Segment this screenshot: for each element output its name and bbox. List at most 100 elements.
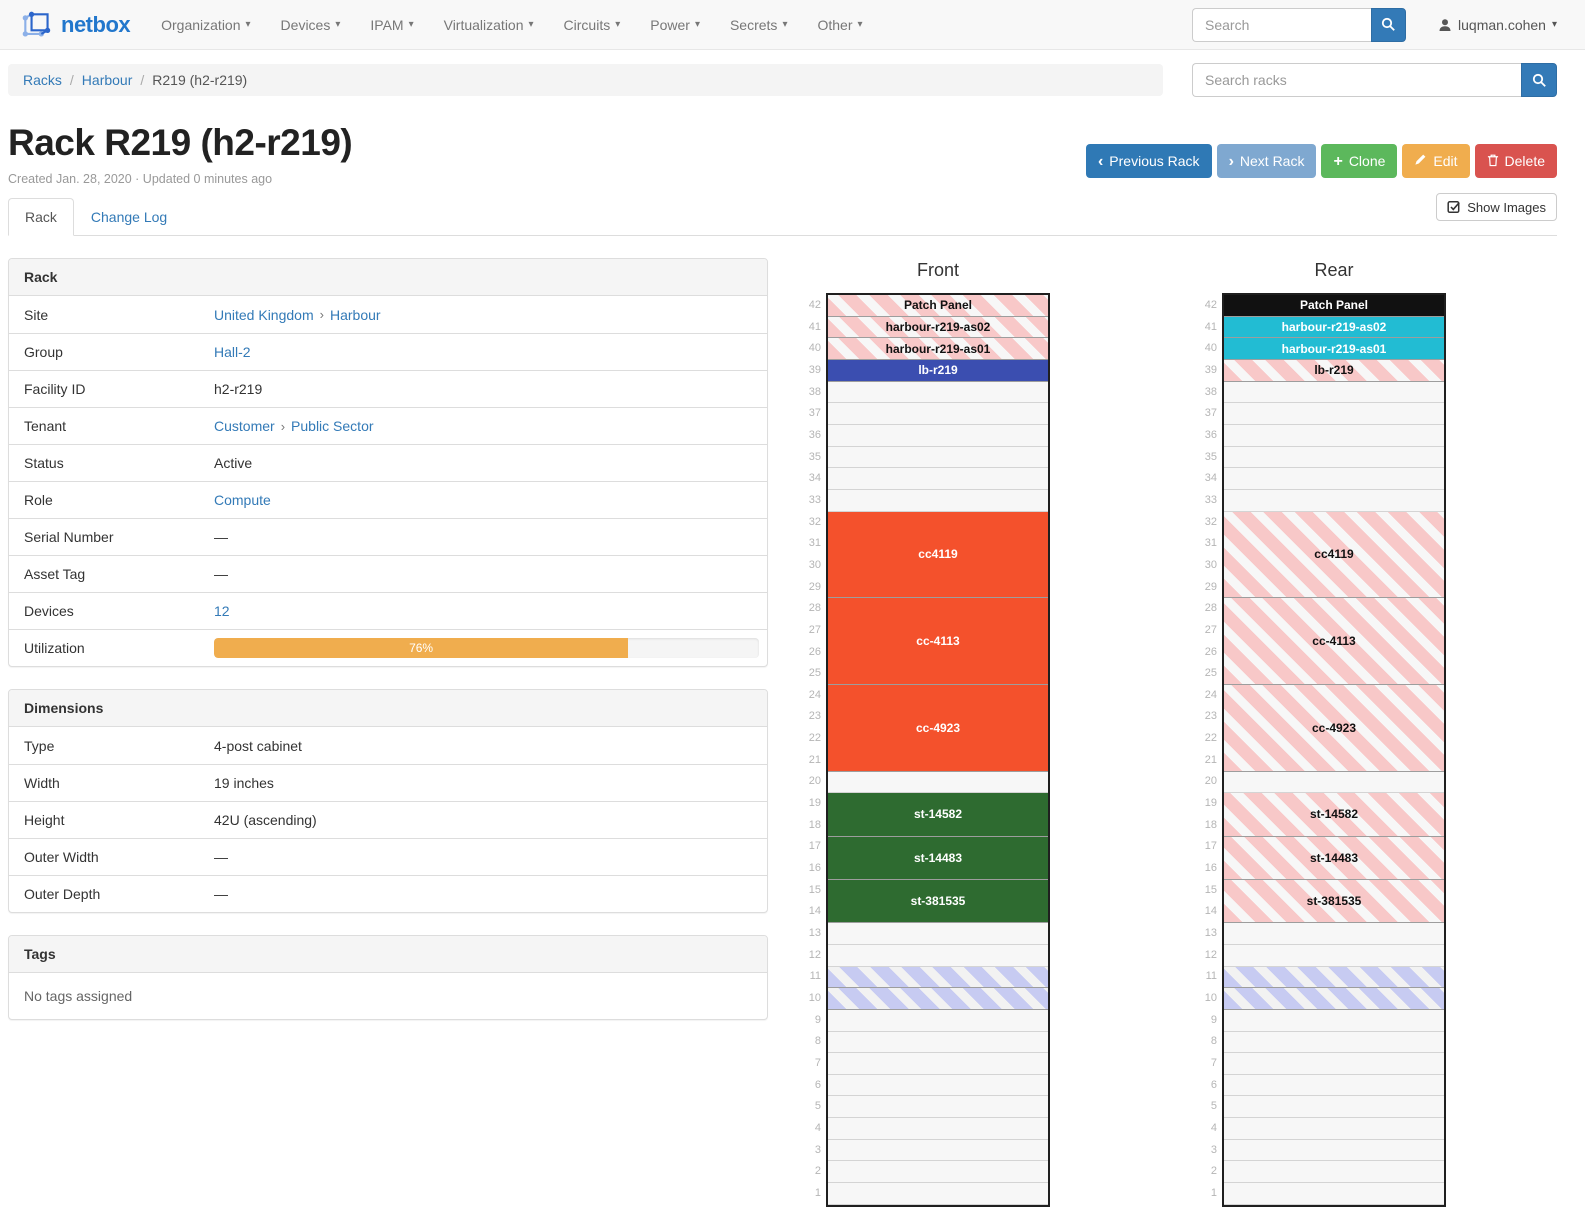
next-rack-button[interactable]: ›Next Rack	[1217, 144, 1317, 178]
rack-unit-device[interactable]: cc4119	[828, 512, 1048, 599]
rack-unit-device[interactable]: cc-4113	[828, 598, 1048, 685]
unit-label: 42	[804, 295, 826, 317]
menu-secrets[interactable]: Secrets▾	[715, 0, 803, 50]
rack-unit-empty	[828, 1183, 1048, 1205]
value-link[interactable]: Customer	[214, 418, 275, 434]
rack-unit-device[interactable]: cc-4113	[1224, 598, 1444, 685]
rack-search-button[interactable]	[1521, 63, 1557, 97]
row-label: Group	[24, 344, 214, 360]
rack-unit-device[interactable]: st-381535	[828, 880, 1048, 923]
unit-label: 17	[804, 836, 826, 858]
row-label: Facility ID	[24, 381, 214, 397]
rack-unit-device[interactable]: st-14582	[828, 793, 1048, 836]
menu-label: Virtualization	[444, 17, 524, 33]
rack-unit-device[interactable]: harbour-r219-as02	[1224, 317, 1444, 339]
value-link[interactable]: Public Sector	[291, 418, 373, 434]
unit-label: 27	[804, 620, 826, 642]
table-row: Outer Depth—	[9, 875, 767, 912]
unit-label: 22	[804, 728, 826, 750]
brand-name: netbox	[61, 12, 130, 38]
unit-label: 19	[804, 793, 826, 815]
rack-unit-device[interactable]: cc-4923	[828, 685, 1048, 772]
row-label: Status	[24, 455, 214, 471]
menu-virtualization[interactable]: Virtualization▾	[429, 0, 549, 50]
rack-unit-empty	[828, 490, 1048, 512]
row-value: h2-r219	[214, 381, 759, 397]
rack-elevations: Front 4241403938373635343332313029282726…	[804, 258, 1446, 1207]
value-link[interactable]: 12	[214, 603, 230, 619]
rack-unit-device[interactable]: Patch Panel	[828, 295, 1048, 317]
rack-unit-device[interactable]: st-14483	[1224, 837, 1444, 880]
value-link[interactable]: Compute	[214, 492, 271, 508]
show-images-button[interactable]: Show Images	[1436, 193, 1557, 221]
menu-power[interactable]: Power▾	[635, 0, 715, 50]
rack-unit-device[interactable]: st-381535	[1224, 880, 1444, 923]
breadcrumb-item[interactable]: Racks	[23, 72, 62, 88]
edit-button[interactable]: Edit	[1402, 144, 1469, 178]
rack-unit-empty	[1224, 425, 1444, 447]
unit-label: 29	[804, 577, 826, 599]
rear-rack-frame: Patch Panelharbour-r219-as02harbour-r219…	[1222, 293, 1446, 1207]
menu-circuits[interactable]: Circuits▾	[549, 0, 636, 50]
rack-unit-device[interactable]: harbour-r219-as01	[1224, 338, 1444, 360]
unit-label: 7	[1200, 1053, 1222, 1075]
netbox-logo-icon	[18, 9, 54, 41]
rack-unit-empty	[1224, 1096, 1444, 1118]
rack-unit-device[interactable]: cc-4923	[1224, 685, 1444, 772]
row-label: Height	[24, 812, 214, 828]
unit-label: 1	[1200, 1183, 1222, 1205]
value-link[interactable]: Hall-2	[214, 344, 251, 360]
rack-unit-device[interactable]: lb-r219	[1224, 360, 1444, 382]
unit-label: 12	[804, 945, 826, 967]
menu-devices[interactable]: Devices▾	[266, 0, 356, 50]
table-row: Height42U (ascending)	[9, 801, 767, 838]
rack-unit-empty	[828, 1096, 1048, 1118]
rack-unit-device[interactable]: lb-r219	[828, 360, 1048, 382]
details-column: Rack SiteUnited Kingdom›HarbourGroupHall…	[8, 258, 768, 1042]
netbox-logo[interactable]: netbox	[18, 9, 130, 41]
unit-label: 16	[1200, 858, 1222, 880]
global-search-button[interactable]	[1371, 8, 1406, 42]
rack-unit-device[interactable]: cc4119	[1224, 512, 1444, 599]
row-label: Devices	[24, 603, 214, 619]
rack-unit-empty	[1224, 1161, 1444, 1183]
rack-unit-device[interactable]: harbour-r219-as01	[828, 338, 1048, 360]
row-label: Site	[24, 307, 214, 323]
rack-unit-empty	[1224, 468, 1444, 490]
rack-unit-device[interactable]: st-14582	[1224, 793, 1444, 836]
value-text: h2-r219	[214, 381, 262, 397]
rack-unit-device[interactable]: harbour-r219-as02	[828, 317, 1048, 339]
menu-other[interactable]: Other▾	[802, 0, 877, 50]
table-row: TenantCustomer›Public Sector	[9, 407, 767, 444]
menu-ipam[interactable]: IPAM▾	[355, 0, 428, 50]
rack-unit-device[interactable]: st-14483	[828, 837, 1048, 880]
rack-unit-device[interactable]: Patch Panel	[1224, 295, 1444, 317]
breadcrumb-item[interactable]: Harbour	[82, 72, 133, 88]
tab-rack[interactable]: Rack	[8, 198, 74, 236]
front-rack-frame: Patch Panelharbour-r219-as02harbour-r219…	[826, 293, 1050, 1207]
clone-button[interactable]: +Clone	[1321, 144, 1397, 178]
chevron-down-icon: ▾	[782, 19, 787, 30]
unit-label: 35	[804, 447, 826, 469]
delete-button[interactable]: Delete	[1475, 144, 1557, 178]
main-content: Rack SiteUnited Kingdom›HarbourGroupHall…	[8, 258, 1557, 1207]
rear-unit-labels: 4241403938373635343332313029282726252423…	[1200, 293, 1222, 1207]
navbar-right: luqman.cohen ▾	[1192, 8, 1557, 42]
menu-organization[interactable]: Organization▾	[146, 0, 265, 50]
tab-change-log[interactable]: Change Log	[74, 198, 184, 236]
clone-label: Clone	[1349, 153, 1386, 169]
unit-label: 20	[1200, 771, 1222, 793]
row-label: Tenant	[24, 418, 214, 434]
value-link[interactable]: Harbour	[330, 307, 381, 323]
table-row: Serial Number—	[9, 518, 767, 555]
unit-label: 39	[804, 360, 826, 382]
table-row: Outer Width—	[9, 838, 767, 875]
previous-rack-button[interactable]: ‹Previous Rack	[1086, 144, 1212, 178]
unit-label: 39	[1200, 360, 1222, 382]
global-search-input[interactable]	[1192, 8, 1371, 42]
row-value: —	[214, 886, 759, 902]
rack-search-input[interactable]	[1192, 63, 1521, 97]
row-label: Utilization	[24, 640, 214, 656]
value-link[interactable]: United Kingdom	[214, 307, 314, 323]
user-menu[interactable]: luqman.cohen ▾	[1438, 17, 1557, 33]
